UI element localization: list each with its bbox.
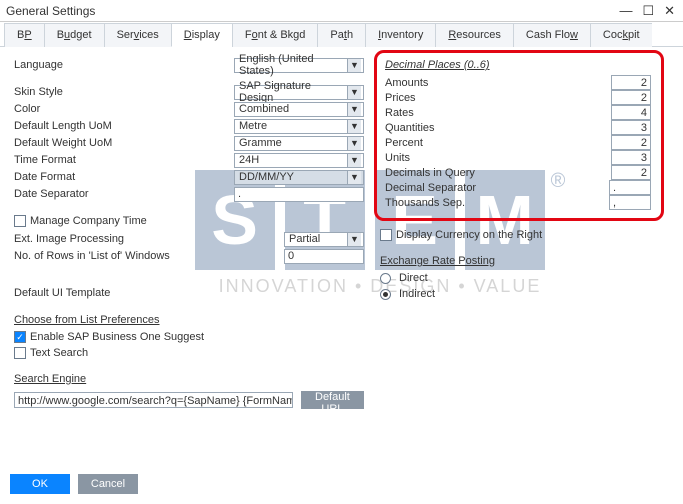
default-ui-template-label: Default UI Template: [14, 287, 144, 299]
default-length-select[interactable]: Metre▼: [234, 119, 364, 134]
decimal-separator-label: Decimal Separator: [385, 182, 476, 194]
time-format-select[interactable]: 24H▼: [234, 153, 364, 168]
window-title: General Settings: [6, 4, 95, 18]
percent-label: Percent: [385, 137, 423, 149]
direct-label: Direct: [399, 272, 428, 284]
minimize-icon[interactable]: —: [619, 3, 632, 19]
direct-radio[interactable]: [380, 273, 391, 284]
tab-budget[interactable]: Budget: [44, 23, 105, 47]
prices-label: Prices: [385, 92, 416, 104]
default-weight-label: Default Weight UoM: [14, 137, 144, 149]
units-label: Units: [385, 152, 410, 164]
date-separator-input[interactable]: .: [234, 187, 364, 202]
tab-inventory[interactable]: Inventory: [365, 23, 436, 47]
amounts-label: Amounts: [385, 77, 428, 89]
search-engine-link[interactable]: Search Engine: [14, 373, 86, 385]
rates-input[interactable]: 4: [611, 105, 651, 120]
color-select[interactable]: Combined▼: [234, 102, 364, 117]
decimals-query-label: Decimals in Query: [385, 167, 475, 179]
title-bar: General Settings — ☐ ✕: [0, 0, 683, 22]
exchange-rate-posting-link[interactable]: Exchange Rate Posting: [380, 255, 495, 267]
search-engine-input[interactable]: http://www.google.com/search?q={SapName}…: [14, 392, 293, 408]
rates-label: Rates: [385, 107, 414, 119]
rows-input[interactable]: 0: [284, 249, 364, 264]
amounts-input[interactable]: 2: [611, 75, 651, 90]
units-input[interactable]: 3: [611, 150, 651, 165]
tab-cashflow[interactable]: Cash Flow: [513, 23, 591, 47]
decimal-places-group: Decimal Places (0..6) Amounts 2 Prices 2 R…: [374, 50, 664, 221]
decimal-places-header[interactable]: Decimal Places (0..6): [385, 59, 651, 71]
time-format-label: Time Format: [14, 154, 144, 166]
display-currency-checkbox[interactable]: [380, 229, 392, 241]
tab-font[interactable]: Font & Bkgd: [232, 23, 319, 47]
footer: OK Cancel: [10, 474, 138, 494]
ext-image-select[interactable]: Partial▼: [284, 232, 364, 247]
language-select[interactable]: English (United States)▼: [234, 58, 364, 73]
default-url-button[interactable]: Default URL: [301, 391, 364, 409]
default-weight-select[interactable]: Gramme▼: [234, 136, 364, 151]
quantities-input[interactable]: 3: [611, 120, 651, 135]
percent-input[interactable]: 2: [611, 135, 651, 150]
skin-select[interactable]: SAP Signature Design▼: [234, 85, 364, 100]
tab-path[interactable]: Path: [317, 23, 366, 47]
thousands-sep-input[interactable]: ,: [609, 195, 651, 210]
tab-cockpit[interactable]: Cockpit: [590, 23, 652, 47]
maximize-icon[interactable]: ☐: [642, 3, 654, 19]
ext-image-label: Ext. Image Processing: [14, 233, 194, 245]
enable-suggest-label: Enable SAP Business One Suggest: [30, 331, 204, 343]
date-format-select[interactable]: DD/MM/YY▼: [234, 170, 364, 185]
indirect-radio[interactable]: [380, 289, 391, 300]
manage-company-time-label: Manage Company Time: [30, 215, 147, 227]
tab-strip: BP Budget Services Display Font & Bkgd P…: [0, 22, 683, 47]
indirect-label: Indirect: [399, 288, 435, 300]
default-length-label: Default Length UoM: [14, 120, 144, 132]
tab-resources[interactable]: Resources: [435, 23, 514, 47]
color-label: Color: [14, 103, 144, 115]
decimals-query-input[interactable]: 2: [611, 165, 651, 180]
thousands-sep-label: Thousands Sep.: [385, 197, 465, 209]
display-currency-label: Display Currency on the Right: [396, 229, 542, 241]
date-separator-label: Date Separator: [14, 188, 144, 200]
language-label: Language: [14, 59, 144, 71]
rows-label: No. of Rows in 'List of' Windows: [14, 250, 214, 262]
text-search-checkbox[interactable]: [14, 347, 26, 359]
ok-button[interactable]: OK: [10, 474, 70, 494]
tab-bp[interactable]: BP: [4, 23, 45, 47]
cancel-button[interactable]: Cancel: [78, 474, 138, 494]
decimal-separator-input[interactable]: .: [609, 180, 651, 195]
prices-input[interactable]: 2: [611, 90, 651, 105]
choose-list-preferences-link[interactable]: Choose from List Preferences: [14, 314, 160, 326]
text-search-label: Text Search: [30, 347, 88, 359]
skin-label: Skin Style: [14, 86, 144, 98]
enable-suggest-checkbox[interactable]: ✓: [14, 331, 26, 343]
quantities-label: Quantities: [385, 122, 435, 134]
tab-display[interactable]: Display: [171, 23, 233, 47]
manage-company-time-checkbox[interactable]: [14, 215, 26, 227]
date-format-label: Date Format: [14, 171, 144, 183]
close-icon[interactable]: ✕: [664, 3, 675, 19]
tab-services[interactable]: Services: [104, 23, 172, 47]
